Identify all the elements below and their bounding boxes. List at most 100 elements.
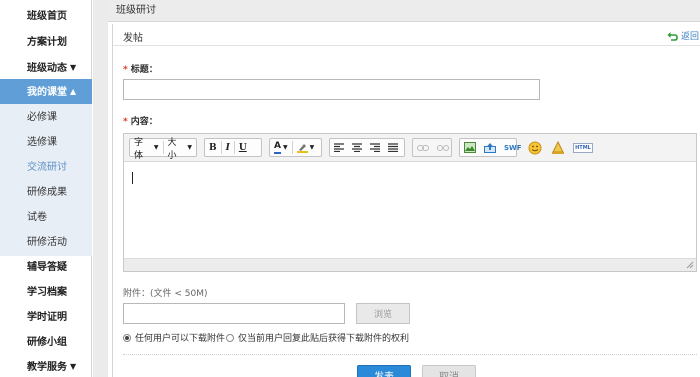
nav-label: 班级动态 bbox=[27, 63, 67, 74]
font-size-select[interactable]: 大小 ▼ bbox=[163, 138, 196, 161]
text-cursor bbox=[132, 172, 133, 184]
form-divider bbox=[123, 354, 697, 355]
subnav-item-discussion[interactable]: 交流研讨 bbox=[0, 156, 92, 180]
nav-item-study-group[interactable]: 研修小组 bbox=[0, 330, 92, 356]
editor-status-bar bbox=[124, 258, 696, 271]
back-arrow-icon bbox=[667, 31, 678, 41]
subnav-label: 交流研讨 bbox=[27, 162, 67, 173]
align-center-icon bbox=[352, 143, 362, 152]
nav-label: 研修小组 bbox=[27, 337, 67, 348]
nav-item-teaching-service[interactable]: 教学服务 ▼ bbox=[0, 354, 92, 377]
nav-label: 班级首页 bbox=[27, 11, 67, 22]
bold-button[interactable]: B bbox=[205, 139, 221, 156]
media-controls: SWF bbox=[459, 138, 522, 157]
align-right-button[interactable] bbox=[366, 139, 384, 156]
chevron-down-icon: ▼ bbox=[309, 144, 315, 151]
html-source-button[interactable]: HTML bbox=[573, 139, 593, 156]
image-icon bbox=[464, 142, 476, 153]
radio-label: 仅当前用户回复此贴后获得下载附件的权利 bbox=[238, 334, 410, 344]
browse-button[interactable]: 浏览 bbox=[356, 303, 410, 324]
align-justify-button[interactable] bbox=[384, 139, 402, 156]
insert-link-button[interactable] bbox=[413, 139, 433, 156]
nav-item-study-record[interactable]: 学习档案 bbox=[0, 280, 92, 306]
insert-image-button[interactable] bbox=[460, 139, 480, 156]
chevron-down-icon: ▼ bbox=[153, 144, 159, 151]
nav-label: 方案计划 bbox=[27, 37, 67, 48]
classroom-subnav: 必修课 选修课 交流研讨 研修成果 试卷 研修活动 bbox=[0, 104, 92, 256]
caret-down-icon: ▼ bbox=[70, 63, 77, 72]
font-color-button[interactable]: A ▼ bbox=[270, 139, 292, 156]
font-size-label: 大小 bbox=[167, 137, 177, 161]
panel-header: 发帖 返回 bbox=[113, 24, 700, 46]
upload-icon bbox=[484, 143, 496, 153]
submit-button[interactable]: 发表 bbox=[357, 365, 411, 377]
panel-title: 发帖 bbox=[123, 33, 143, 44]
align-center-button[interactable] bbox=[348, 139, 366, 156]
page-title: 班级研讨 bbox=[116, 5, 156, 16]
subnav-item-activities[interactable]: 研修活动 bbox=[0, 231, 92, 255]
nav-label: 辅导答疑 bbox=[27, 262, 67, 273]
nav-item-tutoring[interactable]: 辅导答疑 bbox=[0, 255, 92, 281]
upload-button[interactable] bbox=[480, 139, 500, 156]
radio-option-any-user[interactable]: 任何用户可以下载附件 bbox=[123, 331, 225, 344]
content-label-row: * 内容： bbox=[123, 114, 158, 127]
underline-button[interactable]: U bbox=[235, 139, 251, 156]
page-header: 班级研讨 bbox=[108, 0, 700, 22]
font-color-icon: A bbox=[274, 141, 281, 154]
sidebar-gutter bbox=[93, 0, 108, 377]
nav-label: 学时证明 bbox=[27, 312, 67, 323]
main-content: 班级研讨 发帖 返回 * 标题： * 内容： 字体 ▼ 大小 ▼ B I U A… bbox=[108, 0, 700, 377]
radio-checked-icon[interactable] bbox=[123, 333, 131, 342]
attachment-file-input[interactable] bbox=[123, 303, 345, 324]
subnav-item-exam[interactable]: 试卷 bbox=[0, 206, 92, 230]
resize-grip-icon[interactable] bbox=[686, 261, 694, 269]
sidebar: 班级首页 方案计划 班级动态 ▼ 我的课堂 ▲ 必修课 选修课 交流研讨 研修成果 … bbox=[0, 0, 92, 377]
align-left-button[interactable] bbox=[330, 139, 348, 156]
nav-item-my-classroom[interactable]: 我的课堂 ▲ bbox=[0, 79, 92, 104]
nav-item-class-home[interactable]: 班级首页 bbox=[0, 4, 92, 30]
subnav-label: 研修活动 bbox=[27, 237, 67, 248]
text-style-controls: B I U bbox=[204, 138, 262, 157]
clear-format-button[interactable] bbox=[549, 139, 566, 156]
subnav-item-required-course[interactable]: 必修课 bbox=[0, 106, 92, 130]
content-label: 内容： bbox=[130, 117, 158, 127]
nav-label: 教学服务 bbox=[27, 362, 67, 373]
cancel-button[interactable]: 取消 bbox=[422, 365, 476, 377]
align-justify-icon bbox=[388, 143, 398, 152]
radio-unchecked-icon[interactable] bbox=[226, 333, 234, 342]
highlight-color-button[interactable]: ▼ bbox=[293, 139, 319, 156]
unlink-button[interactable] bbox=[433, 139, 453, 156]
title-input[interactable] bbox=[123, 79, 540, 100]
required-mark: * bbox=[123, 117, 128, 127]
nav-item-hours-certificate[interactable]: 学时证明 bbox=[0, 305, 92, 331]
attachment-label: 附件：(文件 < 50M) bbox=[123, 289, 208, 299]
subnav-item-results[interactable]: 研修成果 bbox=[0, 181, 92, 205]
chevron-down-icon: ▼ bbox=[187, 144, 192, 151]
font-family-label: 字体 bbox=[134, 137, 144, 161]
font-family-select[interactable]: 字体 ▼ bbox=[130, 138, 163, 161]
nav-label: 学习档案 bbox=[27, 287, 67, 298]
back-link[interactable]: 返回 bbox=[667, 29, 699, 42]
chevron-down-icon: ▼ bbox=[282, 144, 288, 151]
subnav-label: 选修课 bbox=[27, 137, 57, 148]
highlight-icon bbox=[296, 144, 308, 153]
nav-label: 我的课堂 bbox=[27, 87, 67, 98]
title-label: 标题： bbox=[130, 65, 158, 75]
emoticon-button[interactable] bbox=[526, 139, 543, 156]
eraser-icon bbox=[551, 140, 564, 154]
subnav-item-elective-course[interactable]: 选修课 bbox=[0, 131, 92, 155]
subnav-label: 试卷 bbox=[27, 212, 47, 223]
nav-item-class-news[interactable]: 班级动态 ▼ bbox=[0, 55, 92, 81]
title-label-row: * 标题： bbox=[123, 62, 158, 75]
insert-flash-button[interactable]: SWF bbox=[500, 139, 526, 156]
subnav-label: 研修成果 bbox=[27, 187, 67, 198]
nav-item-plan[interactable]: 方案计划 bbox=[0, 30, 92, 56]
font-controls: 字体 ▼ 大小 ▼ bbox=[129, 138, 197, 161]
rich-text-editor: 字体 ▼ 大小 ▼ B I U A ▼ ▼ SWF HTML bbox=[123, 133, 697, 272]
editor-text-area[interactable] bbox=[124, 162, 696, 258]
italic-button[interactable]: I bbox=[222, 139, 234, 156]
editor-toolbar: 字体 ▼ 大小 ▼ B I U A ▼ ▼ SWF HTML bbox=[124, 134, 696, 162]
radio-option-reply-required[interactable]: 仅当前用户回复此贴后获得下载附件的权利 bbox=[226, 331, 409, 344]
unlink-icon bbox=[437, 144, 449, 151]
smiley-icon bbox=[528, 141, 541, 154]
